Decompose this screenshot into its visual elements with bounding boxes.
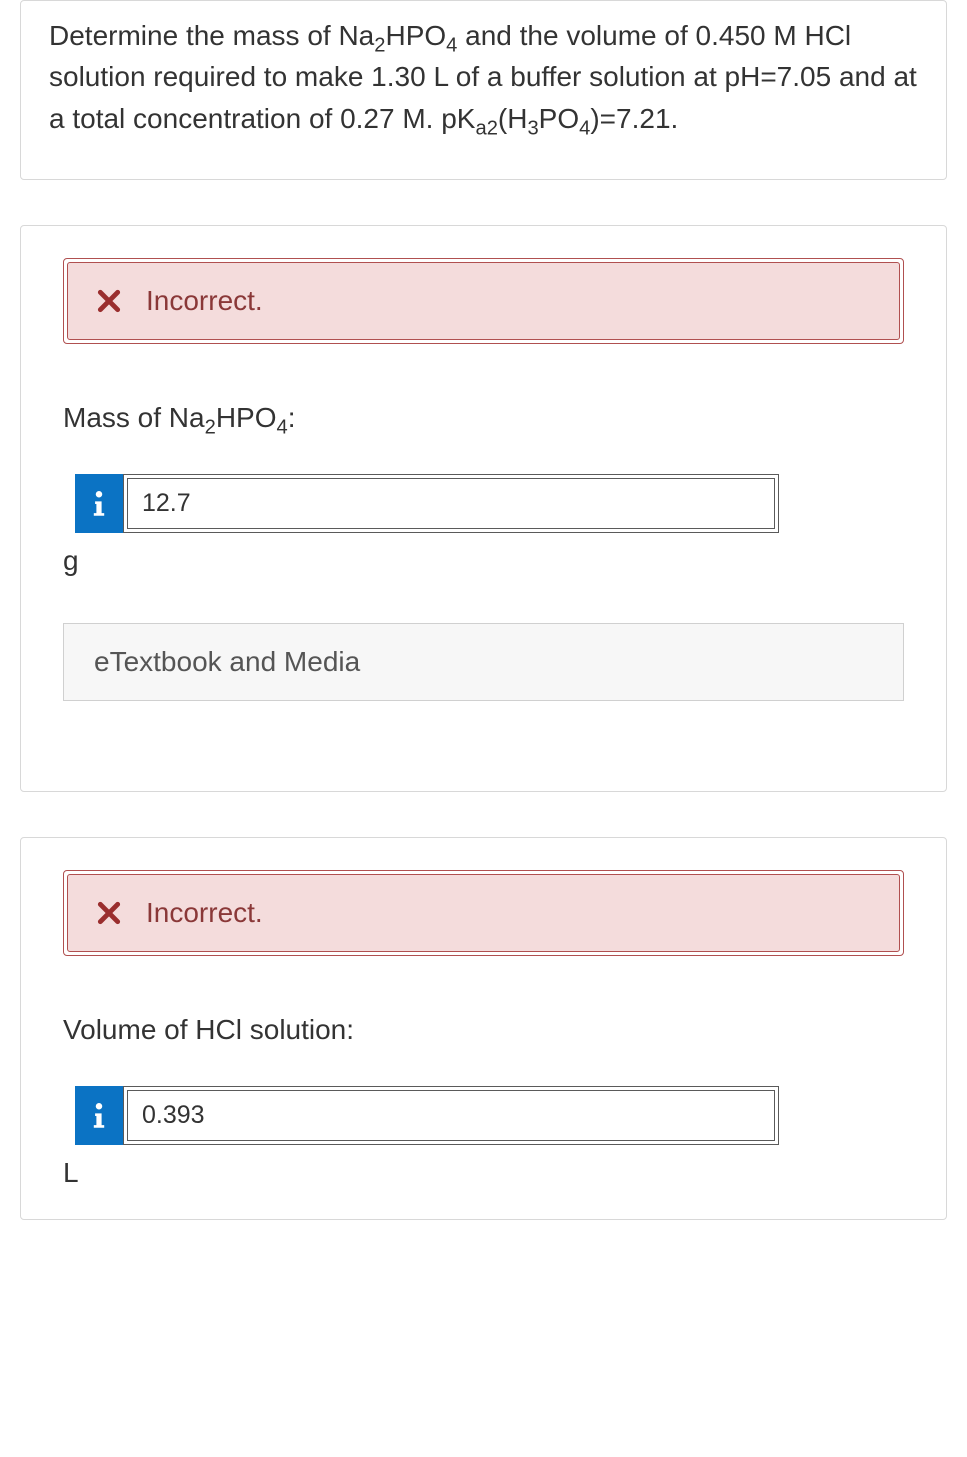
label-sub: 4: [277, 417, 288, 439]
label-seg: Volume of HCl solution:: [63, 1014, 354, 1045]
field-label-volume: Volume of HCl solution:: [63, 1014, 904, 1046]
input-frame: [123, 474, 779, 533]
label-seg: HPO: [216, 402, 277, 433]
etextbook-media-button[interactable]: eTextbook and Media: [63, 623, 904, 701]
incorrect-icon: [96, 900, 122, 926]
label-sub: 2: [205, 417, 216, 439]
q-text-seg: (H: [498, 103, 528, 134]
q-sub: 3: [527, 117, 538, 139]
feedback-text: Incorrect.: [146, 897, 263, 929]
info-button[interactable]: [75, 1086, 123, 1145]
volume-input[interactable]: [127, 1090, 775, 1141]
feedback-text: Incorrect.: [146, 285, 263, 317]
input-row: [75, 474, 779, 533]
feedback-banner: Incorrect.: [63, 870, 904, 956]
answer-card-mass: Incorrect. Mass of Na2HPO4: g eTextbook …: [20, 225, 947, 792]
info-icon: [90, 491, 108, 517]
q-text-seg: Determine the mass of Na: [49, 20, 374, 51]
q-sub: 4: [446, 35, 457, 57]
input-row: [75, 1086, 779, 1145]
field-label-mass: Mass of Na2HPO4:: [63, 402, 904, 434]
feedback-banner: Incorrect.: [63, 258, 904, 344]
feedback-inner: Incorrect.: [67, 874, 900, 952]
mass-input[interactable]: [127, 478, 775, 529]
q-sub: 4: [579, 117, 590, 139]
q-text-seg: )=7.21.: [590, 103, 678, 134]
answer-card-volume: Incorrect. Volume of HCl solution: L: [20, 837, 947, 1220]
info-button[interactable]: [75, 474, 123, 533]
input-frame: [123, 1086, 779, 1145]
question-text: Determine the mass of Na2HPO4 and the vo…: [49, 15, 918, 139]
question-card: Determine the mass of Na2HPO4 and the vo…: [20, 0, 947, 180]
unit-label: g: [63, 545, 904, 577]
info-icon: [90, 1103, 108, 1129]
q-text-seg: PO: [539, 103, 579, 134]
feedback-inner: Incorrect.: [67, 262, 900, 340]
q-sub: a2: [475, 117, 497, 139]
q-text-seg: HPO: [385, 20, 446, 51]
q-sub: 2: [374, 35, 385, 57]
label-seg: :: [288, 402, 296, 433]
unit-label: L: [63, 1157, 904, 1189]
incorrect-icon: [96, 288, 122, 314]
label-seg: Mass of Na: [63, 402, 205, 433]
